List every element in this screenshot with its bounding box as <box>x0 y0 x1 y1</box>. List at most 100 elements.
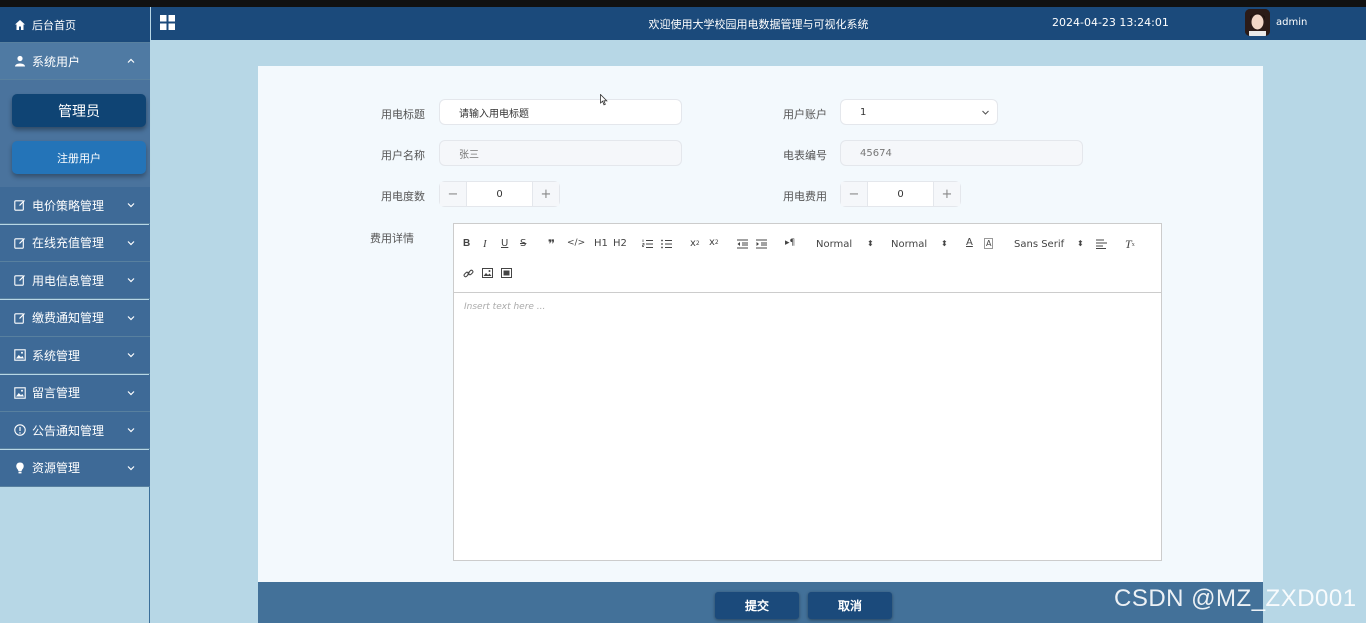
increment-button[interactable]: + <box>533 182 559 206</box>
sidebar-item-label: 后台首页 <box>32 18 76 32</box>
header-datetime: 2024-04-23 13:24:01 <box>1052 16 1169 29</box>
sidebar-item-1[interactable]: 在线充值管理 <box>0 224 150 262</box>
submit-button[interactable]: 提交 <box>715 592 799 619</box>
header1-icon[interactable]: H1 <box>594 238 608 249</box>
italic-icon[interactable]: I <box>483 238 487 250</box>
account-select[interactable]: 1 <box>840 99 998 125</box>
usage-value[interactable]: 0 <box>466 182 533 206</box>
ordered-list-icon[interactable] <box>642 239 653 249</box>
fee-value[interactable]: 0 <box>867 182 934 206</box>
window-top-strip <box>0 0 1366 7</box>
code-block-icon[interactable]: </> <box>567 238 585 248</box>
sidebar-item-label: 公告通知管理 <box>32 423 105 438</box>
link-icon[interactable] <box>463 268 474 279</box>
home-icon <box>14 19 26 31</box>
usage-label: 用电度数 <box>381 190 425 203</box>
superscript-icon[interactable]: x2 <box>709 237 719 248</box>
bulb-icon <box>14 462 26 474</box>
avatar[interactable] <box>1245 9 1270 36</box>
fee-label: 用电费用 <box>783 190 827 203</box>
indent-icon[interactable] <box>756 239 767 249</box>
sidebar-item-system-user[interactable]: 系统用户 <box>0 43 150 80</box>
underline-icon[interactable]: U <box>501 238 508 249</box>
meter-label: 电表编号 <box>783 149 827 162</box>
edit-icon <box>14 237 26 249</box>
chevron-down-icon <box>127 240 135 245</box>
blockquote-icon[interactable]: ❞ <box>548 237 555 251</box>
title-input-value: 请输入用电标题 <box>459 108 529 120</box>
meter-field: 45674 <box>840 140 1083 166</box>
fee-stepper[interactable]: − 0 + <box>840 181 961 207</box>
top-header: 欢迎使用大学校园用电数据管理与可视化系统 2024-04-23 13:24:01… <box>151 7 1366 40</box>
cancel-button[interactable]: 取消 <box>808 592 892 619</box>
sidebar-item-label: 资源管理 <box>32 461 81 475</box>
sidebar-item-5[interactable]: 留言管理 <box>0 374 150 412</box>
editor-toolbar: B I U S ❞ </> H1 H2 x2 x2 ▸¶ Normal ⬍ Nor… <box>454 224 1161 293</box>
strike-icon[interactable]: S <box>520 238 526 249</box>
title-label: 用电标题 <box>381 108 425 121</box>
register-user-button[interactable]: 注册用户 <box>12 141 146 174</box>
edit-icon <box>14 274 26 286</box>
sidebar-item-7[interactable]: 资源管理 <box>0 449 150 487</box>
user-icon <box>14 55 26 67</box>
sidebar-item-4[interactable]: 系统管理 <box>0 337 150 374</box>
size-select[interactable]: Normal ⬍ <box>816 239 876 250</box>
info-icon <box>14 424 26 436</box>
image-icon[interactable] <box>482 268 493 278</box>
image-icon <box>14 349 26 361</box>
decrement-button[interactable]: − <box>440 182 466 206</box>
chevron-up-icon <box>127 58 135 63</box>
title-input[interactable]: 请输入用电标题 <box>439 99 682 125</box>
sidebar-item-label: 系统管理 <box>32 348 81 363</box>
subscript-icon[interactable]: x2 <box>690 238 700 249</box>
chevron-down-icon <box>127 278 135 283</box>
sidebar-item-0[interactable]: 电价策略管理 <box>0 187 150 224</box>
header-username[interactable]: admin <box>1276 17 1307 28</box>
header-select[interactable]: Normal ⬍ <box>891 239 951 250</box>
increment-button[interactable]: + <box>934 182 960 206</box>
username-label: 用户名称 <box>381 149 425 162</box>
outdent-icon[interactable] <box>737 239 748 249</box>
mouse-cursor-icon <box>600 94 608 106</box>
account-label: 用户账户 <box>783 108 827 121</box>
meter-field-value: 45674 <box>860 147 892 159</box>
sidebar-item-3[interactable]: 缴费通知管理 <box>0 299 150 337</box>
edit-icon <box>14 199 26 211</box>
decrement-button[interactable]: − <box>841 182 867 206</box>
chevron-down-icon <box>127 203 135 208</box>
watermark: CSDN @MZ_ZXD001 <box>1114 585 1357 612</box>
text-direction-icon[interactable]: ▸¶ <box>785 238 795 248</box>
editor-placeholder[interactable]: Insert text here ... <box>464 302 545 312</box>
align-icon[interactable] <box>1096 239 1107 249</box>
username-field-value: 张三 <box>459 149 479 161</box>
bullet-list-icon[interactable] <box>661 239 672 249</box>
chevron-down-icon <box>982 110 989 115</box>
sidebar-item-6[interactable]: 公告通知管理 <box>0 412 150 449</box>
chevron-down-icon <box>127 390 135 395</box>
detail-label: 费用详情 <box>370 232 414 245</box>
video-icon[interactable] <box>501 268 512 278</box>
sidebar-item-label: 缴费通知管理 <box>32 311 105 325</box>
background-color-icon[interactable]: A <box>984 238 994 249</box>
sidebar-item-label: 系统用户 <box>32 54 81 69</box>
sidebar-item-label: 用电信息管理 <box>32 273 105 288</box>
bold-icon[interactable]: B <box>463 238 470 249</box>
font-color-icon[interactable]: A <box>966 237 973 248</box>
sidebar-item-home[interactable]: 后台首页 <box>0 7 150 43</box>
account-select-value: 1 <box>860 106 867 118</box>
edit-icon <box>14 312 26 324</box>
form-footer: 提交 取消 <box>258 582 1263 623</box>
sidebar-item-2[interactable]: 用电信息管理 <box>0 262 150 299</box>
usage-stepper[interactable]: − 0 + <box>439 181 560 207</box>
image-icon <box>14 386 26 399</box>
sidebar: 后台首页 系统用户 管理员 注册用户 电价策略管理 在线充值管理用电信息管理 缴费通… <box>0 7 150 623</box>
page-title: 欢迎使用大学校园用电数据管理与可视化系统 <box>648 18 869 31</box>
clear-format-icon[interactable]: Tx <box>1125 237 1135 252</box>
chevron-down-icon <box>127 315 135 320</box>
header2-icon[interactable]: H2 <box>613 238 627 249</box>
chevron-down-icon <box>127 428 135 433</box>
username-field: 张三 <box>439 140 682 166</box>
font-select[interactable]: Sans Serif ⬍ <box>1014 239 1084 250</box>
sidebar-item-label: 留言管理 <box>32 386 81 400</box>
admin-button[interactable]: 管理员 <box>12 94 146 127</box>
